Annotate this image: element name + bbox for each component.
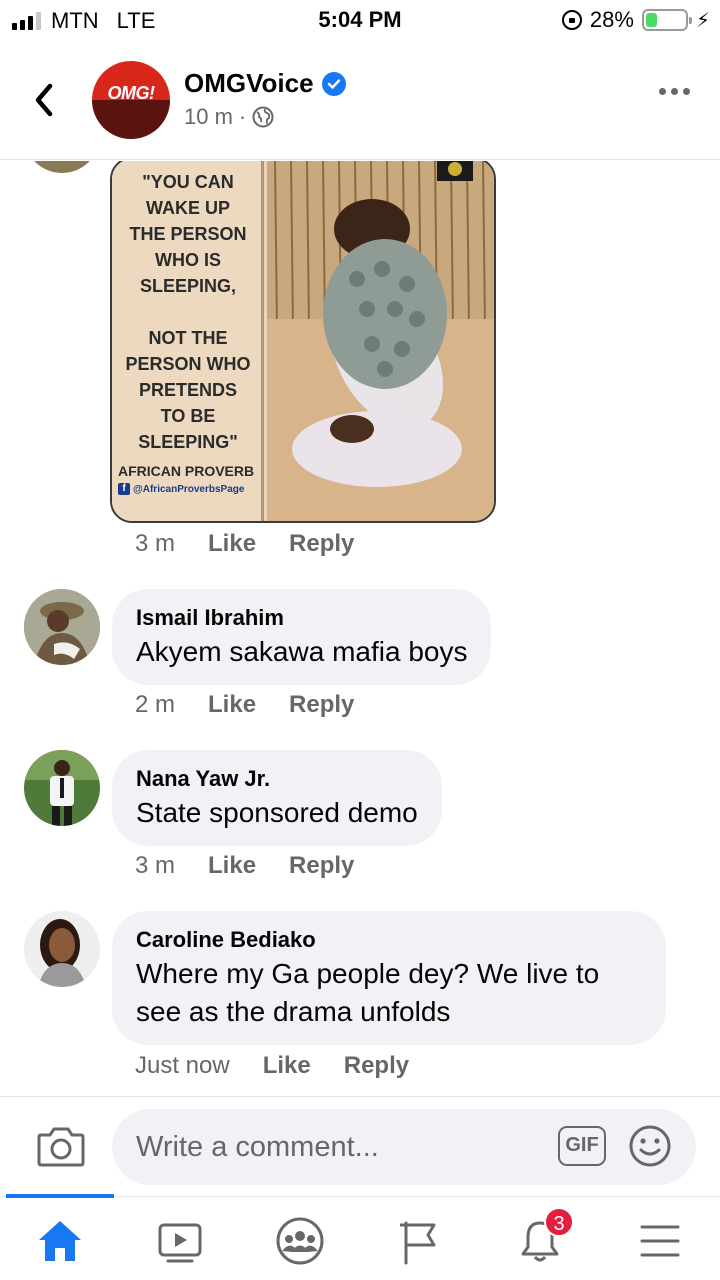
tab-menu[interactable]	[630, 1211, 690, 1271]
reply-button[interactable]: Reply	[344, 1052, 409, 1080]
comment-actions: 2 m Like Reply	[135, 691, 354, 719]
home-icon	[39, 1221, 81, 1261]
like-button[interactable]: Like	[208, 852, 256, 880]
smiley-icon	[629, 1125, 671, 1167]
comment-time: 3 m	[135, 530, 176, 557]
reply-button[interactable]: Reply	[289, 852, 354, 880]
tab-watch[interactable]	[150, 1211, 210, 1271]
comment-time: 3 m	[135, 852, 176, 879]
comment-bubble[interactable]: Ismail Ibrahim Akyem sakawa mafia boys	[112, 589, 492, 685]
comment-author[interactable]: Caroline Bediako	[136, 925, 646, 955]
comment-author[interactable]: Nana Yaw Jr.	[136, 764, 418, 794]
comment-input[interactable]	[112, 1109, 696, 1185]
page-name-text: OMGVoice	[184, 68, 314, 98]
bottom-tab-bar: 3	[0, 1194, 720, 1280]
avatar[interactable]	[24, 750, 100, 826]
tab-home[interactable]	[30, 1211, 90, 1271]
post-meta: 10 m ·	[184, 104, 274, 130]
menu-icon	[640, 1225, 680, 1257]
tab-notifications[interactable]: 3	[510, 1207, 574, 1271]
more-dots-icon	[659, 88, 666, 95]
comment-bubble[interactable]: Nana Yaw Jr. State sponsored demo	[112, 750, 442, 846]
post-age: 10 m	[184, 104, 233, 129]
charging-bolt-icon: ⚡	[695, 9, 710, 32]
groups-icon	[276, 1217, 324, 1265]
tab-pages[interactable]	[390, 1211, 450, 1271]
comment-actions: Just now Like Reply	[135, 1052, 409, 1080]
active-tab-indicator	[6, 1194, 114, 1198]
orientation-lock-icon	[561, 10, 582, 30]
back-button[interactable]	[30, 80, 60, 120]
meta-separator: ·	[238, 104, 247, 129]
status-right: 28% ⚡	[561, 7, 710, 33]
comment-actions: 3 m Like Reply	[135, 852, 354, 880]
comment-text: State sponsored demo	[136, 797, 418, 828]
reply-button[interactable]: Reply	[289, 691, 354, 719]
post-header: OMG! OMGVoice 10 m ·	[0, 40, 720, 160]
comment-composer: GIF	[0, 1096, 720, 1196]
like-button[interactable]: Like	[263, 1052, 311, 1080]
comment-author[interactable]: Ismail Ibrahim	[136, 603, 467, 633]
facebook-logo-icon: f	[118, 483, 130, 495]
meme-source: AFRICAN PROVERB	[118, 463, 255, 479]
watch-icon	[158, 1223, 202, 1263]
comment-bubble[interactable]: Caroline Bediako Where my Ga people dey?…	[112, 911, 666, 1045]
avatar-logo-text: OMG!	[107, 83, 156, 103]
comment-image[interactable]: "YOU CAN WAKE UP THE PERSON WHO IS SLEEP…	[110, 161, 496, 523]
battery-percent: 28%	[589, 7, 634, 32]
tab-groups[interactable]	[270, 1211, 330, 1271]
meme-handle: f @AfricanProverbsPage	[118, 483, 262, 495]
like-button[interactable]: Like	[208, 691, 256, 719]
meme-handle-text: @AfricanProverbsPage	[133, 483, 245, 495]
comment-actions: 3 m Like Reply	[135, 530, 354, 558]
pages-flag-icon	[400, 1221, 436, 1265]
meme-text-panel: "YOU CAN WAKE UP THE PERSON WHO IS SLEEP…	[112, 161, 264, 521]
avatar[interactable]	[24, 911, 100, 987]
sleeping-baby-photo	[267, 161, 494, 521]
comments-list: "YOU CAN WAKE UP THE PERSON WHO IS SLEEP…	[0, 161, 720, 1096]
reply-button[interactable]: Reply	[289, 530, 354, 558]
page-avatar[interactable]: OMG!	[92, 61, 170, 139]
battery-level	[645, 13, 657, 27]
globe-icon	[252, 106, 274, 128]
comment-text: Akyem sakawa mafia boys	[136, 636, 468, 667]
status-bar: MTN LTE 5:04 PM 28% ⚡	[0, 0, 720, 40]
meme-quote: "YOU CAN WAKE UP THE PERSON WHO IS SLEEP…	[125, 172, 251, 452]
comment-time: Just now	[135, 1052, 230, 1079]
page-name[interactable]: OMGVoice	[184, 68, 346, 99]
notifications-badge: 3	[544, 1207, 574, 1237]
comment-text: Where my Ga people dey? We live to see a…	[136, 958, 600, 1027]
avatar[interactable]	[24, 589, 100, 665]
more-options-button[interactable]	[659, 88, 690, 95]
emoji-button[interactable]	[628, 1124, 672, 1168]
comment-time: 2 m	[135, 691, 176, 718]
camera-button[interactable]	[36, 1123, 86, 1169]
verified-badge-icon	[321, 71, 346, 96]
gif-button[interactable]: GIF	[558, 1126, 606, 1166]
like-button[interactable]: Like	[208, 530, 256, 558]
avatar[interactable]	[24, 161, 100, 173]
back-chevron-icon	[35, 83, 53, 117]
camera-icon	[37, 1127, 85, 1167]
battery-icon	[641, 9, 692, 31]
